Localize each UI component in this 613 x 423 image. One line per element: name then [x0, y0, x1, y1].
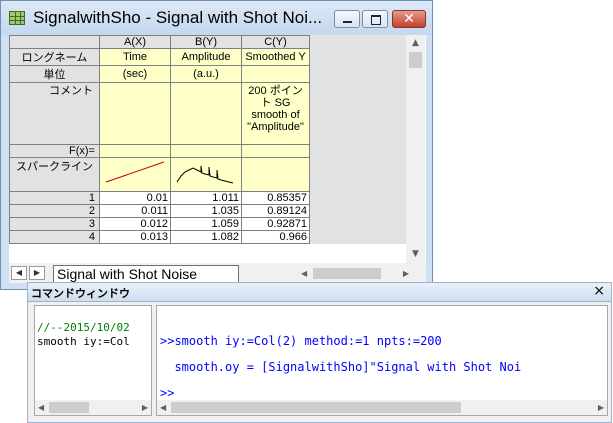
cell-3-c[interactable]: 0.92871: [241, 217, 310, 231]
scroll-right-icon[interactable]: ▶: [403, 266, 409, 281]
sheet-tab-bar: ◀ ▶ Signal with Shot Noise ◀ ▶: [9, 263, 426, 283]
sparkline-a-line: [105, 161, 165, 183]
sparkline-b-chart: [176, 165, 234, 184]
tab-signal-with-shot-noise[interactable]: Signal with Shot Noise: [53, 265, 239, 283]
cell-units-c[interactable]: [241, 65, 310, 83]
cell-2-a[interactable]: 0.011: [99, 204, 171, 218]
sparkline-a-chart: [105, 161, 165, 183]
cell-comment-b[interactable]: [170, 82, 242, 145]
console-prompt[interactable]: >>: [160, 386, 174, 400]
cell-long-name-c[interactable]: Smoothed Y: [241, 48, 310, 66]
sparkline-c[interactable]: [241, 157, 310, 192]
maximize-button[interactable]: [362, 10, 388, 28]
console-horizontal-scrollbar[interactable]: ◀ ▶: [157, 400, 607, 415]
scroll-thumb[interactable]: [171, 402, 461, 413]
row-index-1[interactable]: 1: [9, 191, 100, 205]
empty-area: [309, 144, 420, 158]
cell-3-a[interactable]: 0.012: [99, 217, 171, 231]
cell-2-c[interactable]: 0.89124: [241, 204, 310, 218]
cell-formula-b[interactable]: [170, 144, 242, 158]
minimize-button[interactable]: [334, 10, 360, 28]
cell-1-a[interactable]: 0.01: [99, 191, 171, 205]
row-index-4[interactable]: 4: [9, 230, 100, 244]
command-window-title: コマンドウィンドウ: [31, 287, 130, 300]
empty-area: [309, 157, 420, 192]
cell-comment-c[interactable]: 200 ポイント SG smooth of "Amplitude": [241, 82, 310, 145]
worksheet-horizontal-scrollbar[interactable]: ◀ ▶: [299, 266, 411, 281]
row-index-2[interactable]: 2: [9, 204, 100, 218]
command-window-title-bar[interactable]: コマンドウィンドウ ×: [28, 283, 611, 302]
cell-4-a[interactable]: 0.013: [99, 230, 171, 244]
scroll-left-icon[interactable]: ◀: [160, 400, 166, 415]
worksheet-title-bar[interactable]: SignalwithSho - Signal with Shot Noi... …: [1, 1, 432, 35]
empty-area: [309, 191, 420, 205]
cell-units-b[interactable]: (a.u.): [170, 65, 242, 83]
history-line[interactable]: //--2015/10/02: [37, 321, 130, 334]
console-line: smooth.oy = [SignalwithSho]"Signal with …: [160, 360, 522, 374]
scroll-thumb[interactable]: [409, 52, 422, 68]
corner-cell[interactable]: [9, 35, 100, 49]
sparkline-b[interactable]: [170, 157, 242, 192]
cell-formula-a[interactable]: [99, 144, 171, 158]
row-label-comment[interactable]: コメント: [9, 82, 100, 145]
worksheet-icon: [9, 11, 25, 25]
row-index-3[interactable]: 3: [9, 217, 100, 231]
empty-area: [309, 82, 420, 145]
scroll-down-icon[interactable]: ▼: [406, 246, 425, 263]
worksheet-title: SignalwithSho - Signal with Shot Noi...: [33, 8, 323, 27]
row-label-formula[interactable]: F(x)=: [9, 144, 100, 158]
cell-2-b[interactable]: 1.035: [170, 204, 242, 218]
empty-area: [309, 48, 420, 66]
close-icon[interactable]: ×: [593, 283, 605, 299]
scroll-thumb[interactable]: [49, 402, 89, 413]
row-label-long-name[interactable]: ロングネーム: [9, 48, 100, 66]
empty-area: [309, 230, 420, 244]
scroll-right-icon[interactable]: ▶: [142, 400, 148, 415]
row-label-sparkline[interactable]: スパークライン: [9, 157, 100, 192]
sparkline-b-line: [176, 165, 234, 184]
empty-area: [309, 65, 420, 83]
column-header-c[interactable]: C(Y): [241, 35, 310, 49]
row-label-units[interactable]: 単位: [9, 65, 100, 83]
tab-next-icon[interactable]: ▶: [29, 266, 45, 280]
cell-long-name-a[interactable]: Time: [99, 48, 171, 66]
column-header-a[interactable]: A(X): [99, 35, 171, 49]
cell-long-name-b[interactable]: Amplitude: [170, 48, 242, 66]
scroll-right-icon[interactable]: ▶: [598, 400, 604, 415]
cell-units-a[interactable]: (sec): [99, 65, 171, 83]
command-history-pane[interactable]: //--2015/10/02 smooth iy:=Col ◀ ▶: [34, 305, 152, 416]
close-button[interactable]: ✕: [392, 10, 426, 28]
history-line[interactable]: smooth iy:=Col: [37, 335, 130, 348]
cell-4-c[interactable]: 0.966: [241, 230, 310, 244]
scroll-left-icon[interactable]: ◀: [38, 400, 44, 415]
command-window[interactable]: コマンドウィンドウ × //--2015/10/02 smooth iy:=Co…: [27, 282, 612, 423]
tab-prev-icon[interactable]: ◀: [11, 266, 27, 280]
cell-3-b[interactable]: 1.059: [170, 217, 242, 231]
worksheet-window[interactable]: SignalwithSho - Signal with Shot Noi... …: [0, 0, 433, 290]
empty-area: [309, 35, 420, 49]
cell-formula-c[interactable]: [241, 144, 310, 158]
command-console[interactable]: >>smooth iy:=Col(2) method:=1 npts:=200 …: [156, 305, 608, 416]
empty-area: [309, 217, 420, 231]
sparkline-a[interactable]: [99, 157, 171, 192]
column-header-b[interactable]: B(Y): [170, 35, 242, 49]
scroll-thumb[interactable]: [313, 268, 381, 279]
worksheet-grid: A(X) B(Y) C(Y) ロングネーム Time Amplitude Smo…: [9, 35, 420, 244]
cell-1-b[interactable]: 1.011: [170, 191, 242, 205]
worksheet-grid-area[interactable]: A(X) B(Y) C(Y) ロングネーム Time Amplitude Smo…: [9, 35, 426, 263]
cell-1-c[interactable]: 0.85357: [241, 191, 310, 205]
console-line: >>smooth iy:=Col(2) method:=1 npts:=200: [160, 334, 442, 348]
scroll-up-icon[interactable]: ▲: [406, 35, 425, 52]
empty-area: [309, 204, 420, 218]
cell-comment-a[interactable]: [99, 82, 171, 145]
worksheet-vertical-scrollbar[interactable]: ▲ ▼: [406, 35, 425, 263]
scroll-left-icon[interactable]: ◀: [301, 266, 307, 281]
cell-4-b[interactable]: 1.082: [170, 230, 242, 244]
history-horizontal-scrollbar[interactable]: ◀ ▶: [35, 400, 151, 415]
